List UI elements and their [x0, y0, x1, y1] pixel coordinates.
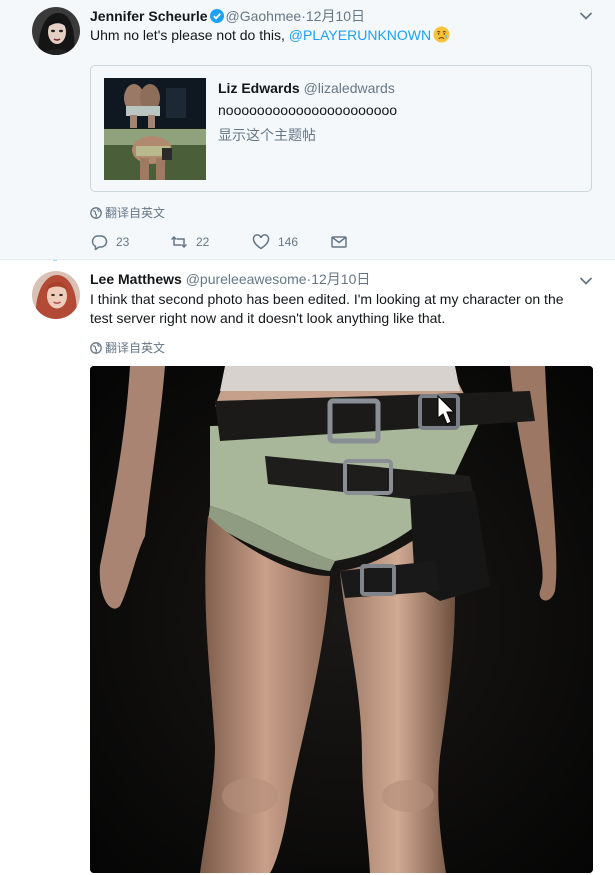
- retweet-count: 22: [196, 235, 210, 249]
- chevron-down-icon[interactable]: [579, 11, 593, 21]
- tweet-text-body: Uhm no let's please not do this,: [90, 27, 289, 43]
- like-count: 146: [278, 235, 299, 249]
- author-handle[interactable]: @pureleeawesome: [186, 271, 307, 287]
- author-handle[interactable]: @Gaohmee: [226, 8, 302, 24]
- like-button[interactable]: 146: [252, 233, 298, 251]
- tweet-text: I think that second photo has been edite…: [90, 291, 564, 326]
- disappointed-relieved-emoji-icon: [433, 26, 450, 43]
- quoted-tweet-header: Liz Edwards @lizaledwards: [218, 80, 395, 96]
- quoted-author-handle: @lizaledwards: [303, 80, 395, 96]
- like-icon: [252, 234, 270, 250]
- tweet-text: Uhm no let's please not do this, @PLAYER…: [90, 26, 595, 45]
- dm-icon: [331, 236, 347, 248]
- translate-label: 翻译自英文: [105, 341, 166, 355]
- verified-icon: [209, 9, 224, 23]
- globe-icon: [90, 342, 102, 354]
- show-thread-link[interactable]: 显示这个主题帖: [218, 125, 316, 145]
- translate-link[interactable]: 翻译自英文: [90, 339, 165, 356]
- quoted-tweet-text: noooooooooooooooooooooo: [218, 102, 398, 118]
- timestamp[interactable]: ·12月10日: [307, 271, 371, 287]
- chevron-down-icon[interactable]: [579, 276, 593, 286]
- quoted-tweet-media[interactable]: [104, 78, 206, 180]
- tweet-photo[interactable]: [90, 366, 593, 873]
- translate-link[interactable]: 翻译自英文: [90, 204, 165, 221]
- globe-icon: [90, 207, 102, 219]
- reply-count: 23: [116, 235, 130, 249]
- reply-icon: [91, 235, 108, 251]
- tweet[interactable]: Lee Matthews @pureleeawesome·12月10日 I th…: [0, 261, 615, 875]
- translate-label: 翻译自英文: [105, 206, 166, 220]
- avatar[interactable]: [32, 271, 80, 319]
- timestamp[interactable]: ·12月10日: [301, 8, 365, 24]
- author-name[interactable]: Jennifer Scheurle: [90, 8, 208, 24]
- tweet-header: Lee Matthews @pureleeawesome·12月10日: [90, 270, 370, 288]
- tweet[interactable]: Jennifer Scheurle @Gaohmee·12月10日 Uhm no …: [0, 0, 615, 260]
- author-name[interactable]: Lee Matthews: [90, 271, 182, 287]
- tweet-actions: 23 22 146: [90, 233, 390, 253]
- retweet-button[interactable]: 22: [170, 233, 209, 251]
- quoted-author-name: Liz Edwards: [218, 80, 300, 96]
- quoted-tweet[interactable]: Liz Edwards @lizaledwards nooooooooooooo…: [90, 65, 592, 192]
- reply-button[interactable]: 23: [90, 233, 129, 251]
- direct-message-button[interactable]: [330, 233, 356, 251]
- avatar[interactable]: [32, 7, 80, 55]
- tweet-header: Jennifer Scheurle @Gaohmee·12月10日: [90, 7, 365, 25]
- mention-link[interactable]: @PLAYERUNKNOWN: [289, 27, 431, 43]
- retweet-icon: [170, 235, 188, 249]
